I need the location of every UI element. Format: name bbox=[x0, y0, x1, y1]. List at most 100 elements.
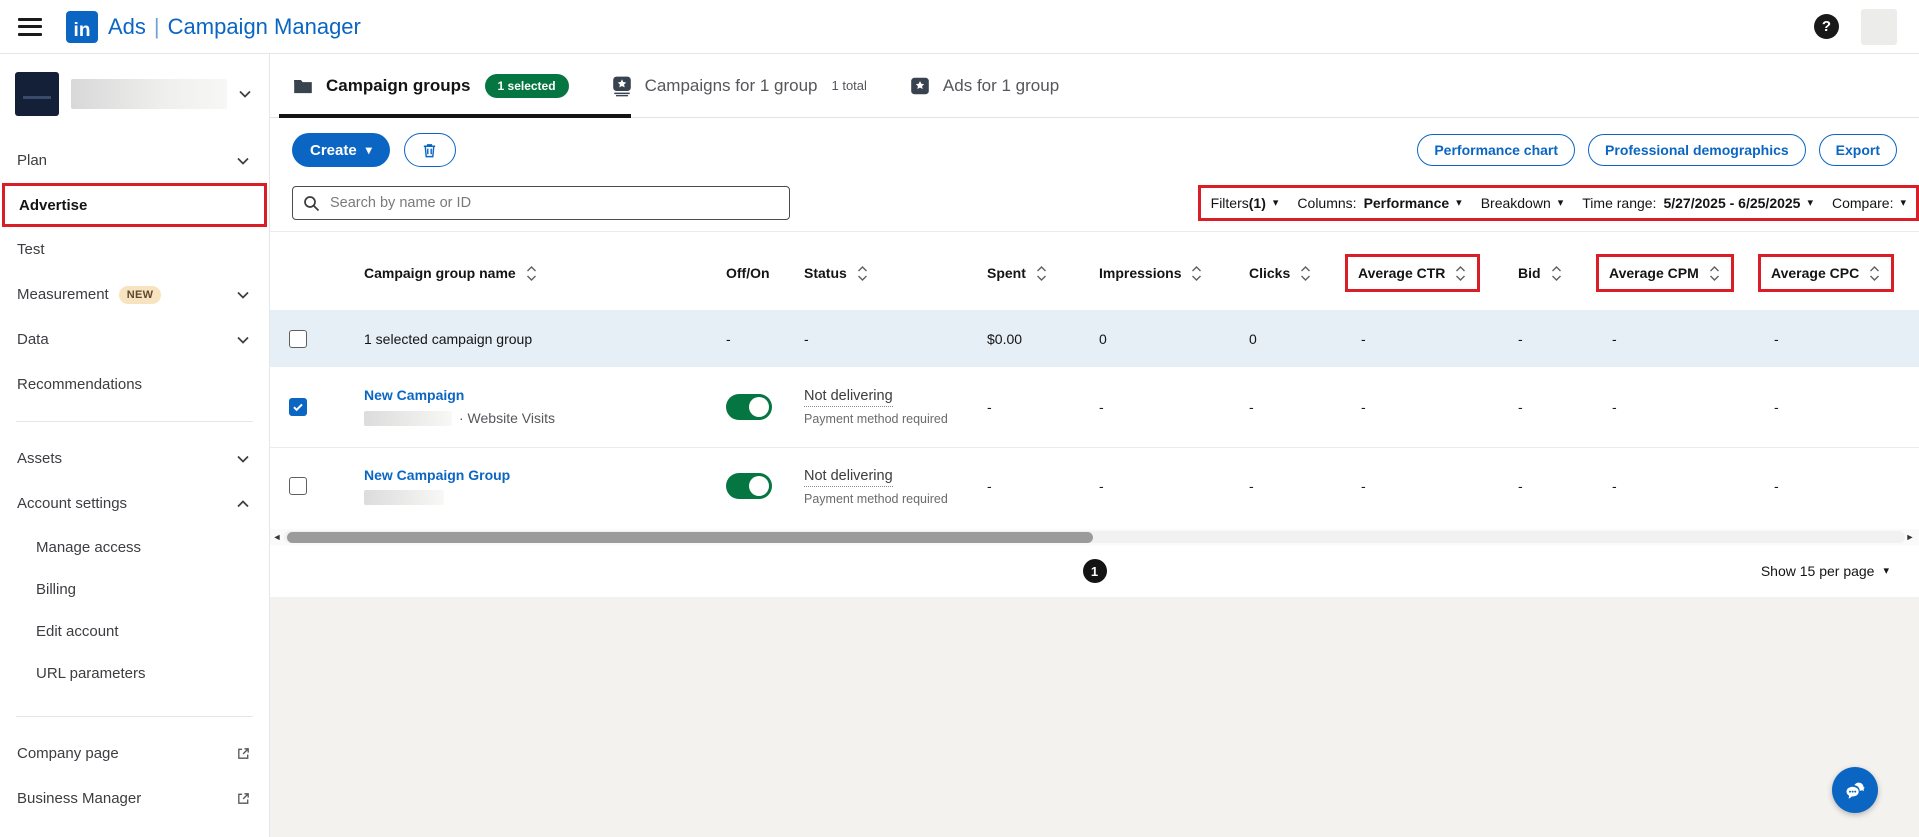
check-icon bbox=[293, 403, 303, 411]
sort-icon[interactable] bbox=[1868, 265, 1881, 281]
column-header-avg-cpm-annotated[interactable]: Average CPM bbox=[1596, 254, 1734, 292]
status-text[interactable]: Not delivering bbox=[804, 388, 893, 408]
horizontal-scrollbar[interactable]: ◄ ► bbox=[270, 529, 1919, 545]
filters-dropdown[interactable]: Filters(1) ▾ bbox=[1211, 195, 1279, 211]
tab-label: Ads for 1 group bbox=[942, 75, 1060, 95]
page-background bbox=[270, 597, 1919, 837]
status-detail: Payment method required bbox=[804, 412, 948, 427]
column-header-name[interactable]: Campaign group name bbox=[364, 265, 538, 281]
sidebar-item-account-settings[interactable]: Account settings bbox=[0, 481, 269, 526]
search-icon bbox=[304, 195, 320, 211]
sidebar-item-plan[interactable]: Plan bbox=[0, 138, 269, 183]
column-header-avg-cpc-annotated[interactable]: Average CPC bbox=[1758, 254, 1895, 292]
scrollbar-thumb[interactable] bbox=[287, 531, 1093, 543]
sidebar-divider bbox=[16, 421, 253, 422]
sort-icon[interactable] bbox=[856, 265, 869, 281]
sort-icon[interactable] bbox=[525, 265, 538, 281]
sidebar: Plan Advertise Test Measurement NEW Data… bbox=[0, 54, 270, 837]
campaign-group-link[interactable]: New Campaign bbox=[364, 387, 464, 403]
search-box[interactable] bbox=[292, 186, 790, 220]
help-icon[interactable]: ? bbox=[1814, 14, 1839, 39]
caret-down-icon: ▾ bbox=[1272, 196, 1279, 209]
column-header-impressions[interactable]: Impressions bbox=[1099, 265, 1203, 281]
tab-bar: Campaign groups 1 selected Campaigns for… bbox=[270, 54, 1919, 118]
account-selector[interactable] bbox=[0, 66, 269, 130]
sort-icon[interactable] bbox=[1035, 265, 1048, 281]
column-header-spent[interactable]: Spent bbox=[987, 265, 1048, 281]
row-checkbox[interactable] bbox=[289, 477, 307, 496]
campaign-toggle-on[interactable] bbox=[726, 393, 772, 420]
profile-avatar[interactable] bbox=[1861, 8, 1897, 45]
scroll-left-icon[interactable]: ◄ bbox=[270, 529, 284, 545]
filters-bar-annotation: Filters(1) ▾ Columns: Performance ▾ Brea… bbox=[1197, 185, 1919, 221]
account-avatar bbox=[15, 72, 59, 116]
sidebar-item-measurement[interactable]: Measurement NEW bbox=[0, 272, 269, 317]
selected-count-badge: 1 selected bbox=[484, 73, 569, 98]
campaign-toggle-on[interactable] bbox=[726, 473, 772, 500]
sidebar-item-business-manager[interactable]: Business Manager bbox=[0, 776, 269, 821]
sidebar-item-data[interactable]: Data bbox=[0, 317, 269, 362]
summary-row: 1 selected campaign group - - $0.00 0 0 … bbox=[270, 310, 1919, 367]
tab-ads[interactable]: Ads for 1 group bbox=[909, 54, 1059, 117]
chevron-down-icon bbox=[237, 291, 249, 299]
campaign-id-redacted bbox=[364, 410, 452, 426]
page-1-button[interactable]: 1 bbox=[1082, 559, 1107, 583]
table-header-row: Campaign group name Off/On Status Spent … bbox=[270, 232, 1919, 310]
sidebar-item-company-page[interactable]: Company page bbox=[0, 731, 269, 776]
tab-campaigns[interactable]: Campaigns for 1 group 1 total bbox=[611, 54, 867, 117]
sort-icon[interactable] bbox=[1454, 265, 1467, 281]
pagination-row: 1 Show 15 per page ▾ bbox=[270, 545, 1919, 597]
professional-demographics-button[interactable]: Professional demographics bbox=[1588, 134, 1806, 166]
chevron-down-icon bbox=[237, 157, 249, 165]
caret-down-icon: ▾ bbox=[1807, 196, 1813, 209]
breakdown-dropdown[interactable]: Breakdown ▾ bbox=[1481, 195, 1564, 211]
campaign-group-link[interactable]: New Campaign Group bbox=[364, 467, 510, 483]
compare-dropdown[interactable]: Compare: ▾ bbox=[1832, 195, 1906, 211]
sidebar-item-assets[interactable]: Assets bbox=[0, 436, 269, 481]
account-name-redacted bbox=[71, 79, 227, 109]
performance-chart-button[interactable]: Performance chart bbox=[1417, 134, 1576, 166]
tab-campaign-groups[interactable]: Campaign groups 1 selected bbox=[279, 54, 631, 118]
column-header-status[interactable]: Status bbox=[804, 265, 869, 281]
sidebar-item-url-parameters[interactable]: URL parameters bbox=[0, 652, 269, 694]
campaigns-icon bbox=[611, 75, 633, 97]
campaign-groups-table: Campaign group name Off/On Status Spent … bbox=[270, 232, 1919, 525]
tab-label: Campaign groups bbox=[326, 75, 471, 95]
sort-icon[interactable] bbox=[1550, 265, 1563, 281]
sidebar-item-billing[interactable]: Billing bbox=[0, 568, 269, 610]
status-detail: Payment method required bbox=[804, 491, 948, 506]
delete-button[interactable] bbox=[403, 133, 456, 167]
sidebar-item-manage-access[interactable]: Manage access bbox=[0, 526, 269, 568]
sort-icon[interactable] bbox=[1299, 265, 1312, 281]
scroll-right-icon[interactable]: ► bbox=[1903, 529, 1917, 545]
column-header-clicks[interactable]: Clicks bbox=[1249, 265, 1312, 281]
export-button[interactable]: Export bbox=[1818, 134, 1897, 166]
sidebar-item-advertise[interactable]: Advertise bbox=[2, 183, 267, 227]
chat-support-button[interactable] bbox=[1832, 767, 1878, 813]
create-button[interactable]: Create ▾ bbox=[292, 133, 390, 167]
tab-total-count: 1 total bbox=[831, 78, 867, 93]
time-range-dropdown[interactable]: Time range: 5/27/2025 - 6/25/2025 ▾ bbox=[1582, 195, 1813, 211]
sort-icon[interactable] bbox=[1708, 265, 1721, 281]
table-row: New Campaign Group Not delivering Paymen… bbox=[270, 446, 1919, 525]
ads-icon bbox=[909, 75, 931, 97]
column-header-bid[interactable]: Bid bbox=[1518, 265, 1563, 281]
external-link-icon bbox=[238, 748, 249, 759]
column-header-avg-ctr-annotated[interactable]: Average CTR bbox=[1345, 254, 1481, 292]
select-all-checkbox[interactable] bbox=[289, 329, 307, 348]
sort-icon[interactable] bbox=[1190, 265, 1203, 281]
row-checkbox-checked[interactable] bbox=[289, 397, 307, 416]
hamburger-menu-icon[interactable] bbox=[18, 17, 42, 36]
top-header: in Ads | Campaign Manager ? bbox=[0, 0, 1919, 54]
page-size-dropdown[interactable]: Show 15 per page ▾ bbox=[1761, 563, 1889, 579]
search-filter-row: Filters(1) ▾ Columns: Performance ▾ Brea… bbox=[270, 179, 1919, 232]
sidebar-item-edit-account[interactable]: Edit account bbox=[0, 610, 269, 652]
caret-down-icon: ▾ bbox=[1557, 196, 1564, 209]
sidebar-item-test[interactable]: Test bbox=[0, 227, 269, 272]
sidebar-item-recommendations[interactable]: Recommendations bbox=[0, 362, 269, 407]
status-text[interactable]: Not delivering bbox=[804, 468, 893, 487]
columns-dropdown[interactable]: Columns: Performance ▾ bbox=[1297, 195, 1461, 211]
search-input[interactable] bbox=[328, 194, 779, 212]
app-title: Ads | Campaign Manager bbox=[108, 14, 361, 40]
folder-icon bbox=[292, 75, 314, 97]
